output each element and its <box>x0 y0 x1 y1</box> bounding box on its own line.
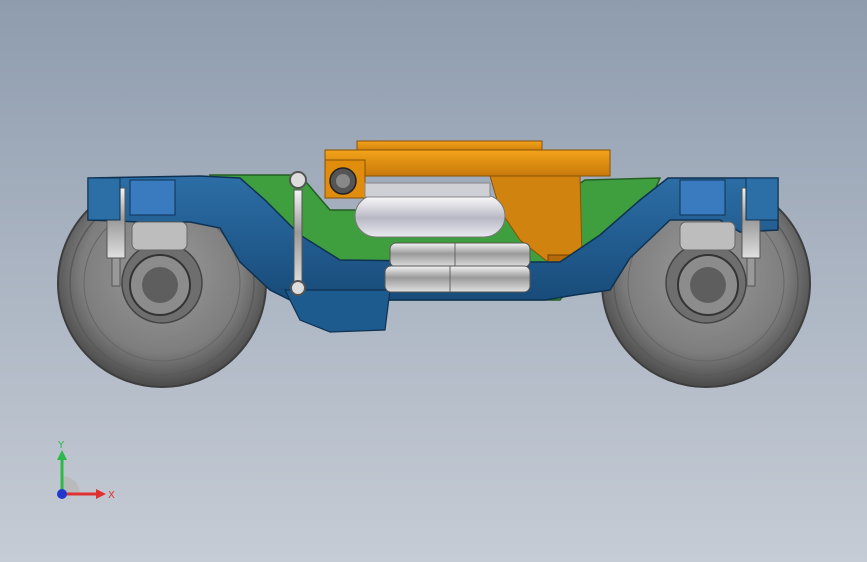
right-frame-end[interactable] <box>745 177 779 221</box>
x-axis-label: X <box>108 490 115 501</box>
z-axis-origin <box>57 489 67 499</box>
y-axis-arrow <box>57 450 67 460</box>
3d-viewport[interactable]: Y X <box>0 0 867 562</box>
left-frame-end[interactable] <box>87 177 121 221</box>
yaw-damper-upper[interactable] <box>389 242 531 268</box>
coordinate-triad: Y X <box>57 440 115 501</box>
bogie-model[interactable] <box>0 0 867 562</box>
yaw-damper-lower[interactable] <box>384 265 531 293</box>
frame-lower-link[interactable] <box>284 289 391 333</box>
y-axis-label: Y <box>57 440 65 451</box>
x-axis-arrow <box>96 489 106 499</box>
air-spring[interactable] <box>354 182 506 238</box>
